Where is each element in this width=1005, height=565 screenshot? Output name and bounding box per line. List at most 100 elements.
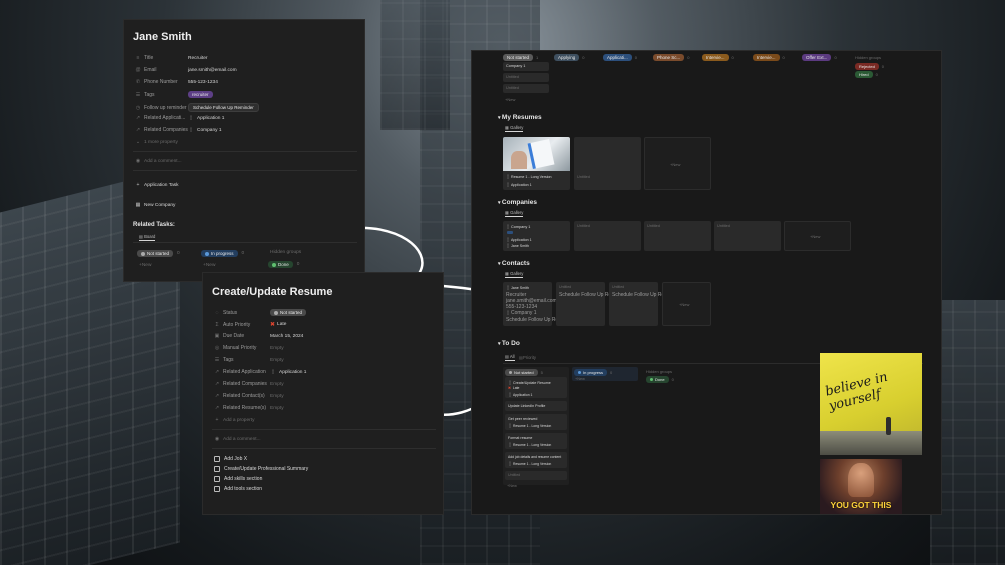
new-contact-card[interactable]: + New: [662, 282, 711, 326]
prop-related-companies[interactable]: ↗ Related Companies Empty: [214, 381, 284, 387]
group-rejected: Rejected 0: [855, 63, 884, 70]
resume-gallery-card[interactable]: Untitled: [574, 137, 641, 190]
prop-email[interactable]: @ Email jane.smith@email.com: [135, 67, 236, 73]
list-icon: ☰: [214, 357, 220, 363]
tab-all[interactable]: ▤ All: [505, 354, 515, 361]
tab-priority[interactable]: ▤ Priority: [519, 355, 536, 360]
prop-related-companies[interactable]: ↗ Related Companies ▯ Company 1: [135, 127, 222, 133]
add-comment[interactable]: ◉ Add a comment...: [214, 436, 261, 442]
page-icon: ▯: [189, 115, 193, 121]
prop-related-application[interactable]: ↗ Related Application ▯ Application 1: [214, 369, 307, 375]
add-comment[interactable]: ◉ Add a comment...: [135, 158, 182, 164]
page-icon: ▯: [506, 310, 510, 316]
tab-gallery[interactable]: ▦ Gallery: [505, 210, 524, 217]
prop-tags[interactable]: ☰ Tags Empty: [214, 357, 284, 363]
divider: [212, 429, 436, 430]
tab-gallery[interactable]: ▦ Gallery: [505, 271, 524, 278]
new-company-button[interactable]: ▦ New Company: [135, 202, 176, 208]
status-icon: ◌: [215, 309, 219, 316]
more-property[interactable]: ⌄ 1 more property: [135, 139, 178, 145]
new-task-not-started[interactable]: + New: [139, 263, 151, 268]
contact-card[interactable]: ▯ Jane Smith Recruiter jane.smith@email.c…: [503, 282, 574, 326]
board-group-header: Applicati... 0: [603, 54, 637, 61]
tab-gallery[interactable]: ▦ Gallery: [505, 125, 524, 132]
prop-tags[interactable]: ☰ Tags recruiter: [135, 91, 213, 98]
text-icon: ≡: [136, 55, 140, 61]
company-card[interactable]: ▯ Company 1 ▯ Application 1 ▯ Jane Smith: [503, 221, 570, 251]
todo-item[interactable]: Add tools section: [214, 486, 262, 492]
arrow-icon: ↗: [135, 127, 141, 133]
board-group-header: Not started 1: [503, 54, 538, 61]
prop-related-contacts[interactable]: ↗ Related Contact(s) Empty: [214, 393, 284, 399]
checkbox-icon[interactable]: [214, 476, 220, 482]
tab-board[interactable]: ▤ Board: [139, 234, 156, 241]
contact-card[interactable]: Untitled Schedule Follow Up Reminder: [609, 282, 680, 326]
task-card[interactable]: Update LinkedIn Profile: [505, 401, 567, 411]
todo-item[interactable]: Add Job X: [214, 456, 247, 462]
avatar-icon: ◉: [135, 158, 141, 164]
dashboard-window: Not started 1 Applying 0 Applicati... 0 Pho…: [471, 50, 942, 515]
section-todo[interactable]: ▾ To Do: [498, 340, 520, 347]
hidden-groups: Hidden groups: [855, 55, 882, 60]
board-group-header: Phone Sc... 0: [653, 54, 690, 61]
divider: [212, 448, 436, 449]
prop-due-date[interactable]: ▣ Due Date March 15, 2024: [214, 333, 304, 339]
divider: [133, 151, 357, 152]
prop-follow-up[interactable]: ◷ Follow up reminder Schedule Follow Up Re…: [135, 103, 259, 112]
checkbox-icon[interactable]: [214, 486, 220, 492]
task-card[interactable]: Untitled: [505, 471, 567, 480]
chevron-down-icon: ⌄: [135, 139, 141, 145]
plus-icon: +: [215, 417, 219, 423]
company-card[interactable]: Untitled: [644, 221, 711, 251]
group-in-progress: In progress 0: [574, 369, 612, 376]
prop-auto-priority[interactable]: Σ Auto Priority ✖ Late: [214, 321, 286, 329]
resume-thumbnail: [503, 137, 570, 171]
page-icon: ▯: [506, 243, 510, 249]
task-page-window: Create/Update Resume ◌ Status Not started …: [202, 272, 444, 515]
section-contacts[interactable]: ▾ Contacts: [498, 260, 530, 267]
board-group-header: Intervie... 0: [702, 54, 734, 61]
new-resume-card[interactable]: + New: [644, 137, 711, 190]
arrow-icon: ↗: [214, 393, 220, 399]
checkbox-icon[interactable]: [214, 456, 220, 462]
company-card[interactable]: Untitled: [574, 221, 641, 251]
section-companies[interactable]: ▾ Companies: [498, 199, 537, 206]
divider: [133, 170, 357, 171]
board-card[interactable]: Untitled: [503, 73, 549, 82]
todo-item[interactable]: Create/Update Professional Summary: [214, 466, 308, 472]
select-icon: ◎: [214, 345, 220, 351]
board-card[interactable]: Company 1: [503, 62, 549, 71]
prop-related-applications[interactable]: ↗ Related Applicati... ▯ Application 1: [135, 115, 225, 121]
task-card[interactable]: Add job details and resume content ▯ Resu…: [505, 452, 567, 468]
prop-related-resumes[interactable]: ↗ Related Resume(s) Empty: [214, 405, 284, 411]
prop-title[interactable]: ≡ Title Recruiter: [135, 55, 208, 61]
new-task-not-started[interactable]: + New: [507, 484, 517, 488]
application-task-button[interactable]: + Application Task: [135, 182, 179, 188]
contact-title: Jane Smith: [133, 31, 192, 43]
status-badge: [507, 231, 513, 234]
new-task-in-progress[interactable]: + New: [575, 377, 585, 381]
todo-item[interactable]: Add skills section: [214, 476, 262, 482]
page-icon: ▯: [506, 285, 510, 291]
task-card[interactable]: Get peer reviewed ▯ Resume 1 - Long Versi…: [505, 414, 567, 430]
ground-image: [820, 431, 922, 455]
new-task-in-progress[interactable]: + New: [203, 263, 215, 268]
contact-card[interactable]: Untitled Schedule Follow Up Reminder: [556, 282, 627, 326]
prop-status[interactable]: ◌ Status Not started: [214, 309, 307, 316]
add-property[interactable]: + Add a property: [214, 417, 255, 423]
section-my-resumes[interactable]: ▾ My Resumes: [498, 114, 542, 121]
prop-manual-priority[interactable]: ◎ Manual Priority Empty: [214, 345, 284, 351]
resume-gallery-card[interactable]: ▯ Resume 1 - Long Version ▯ Application 1: [503, 137, 570, 190]
page-icon: ▯: [189, 127, 193, 133]
at-icon: @: [135, 67, 141, 73]
new-card-button[interactable]: + New: [505, 97, 515, 102]
task-card[interactable]: Format resume ▯ Resume 1 - Long Version: [505, 433, 567, 449]
checkbox-icon[interactable]: [214, 466, 220, 472]
page-icon: ▯: [508, 392, 512, 398]
prop-phone[interactable]: ✆ Phone Number 555-123-1234: [135, 79, 218, 85]
new-company-card[interactable]: + New: [784, 221, 851, 251]
board-card[interactable]: Untitled: [503, 84, 549, 93]
person-image: [886, 417, 891, 435]
task-card[interactable]: ▯ Create/Update Resume ✖ Late ▯ Application…: [505, 377, 567, 398]
company-card[interactable]: Untitled: [714, 221, 781, 251]
